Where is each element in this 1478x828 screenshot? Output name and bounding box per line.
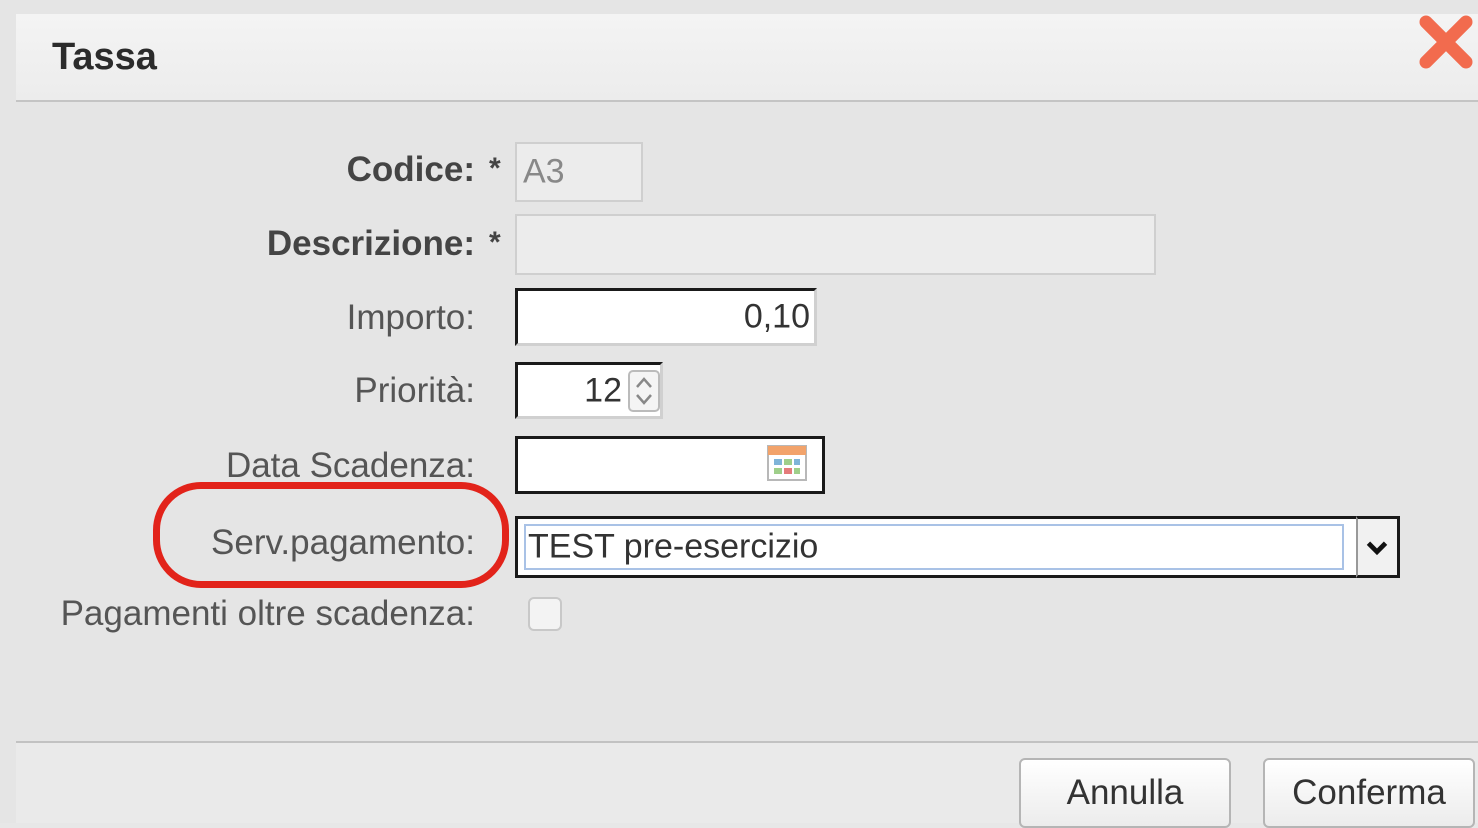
pagamenti-oltre-checkbox[interactable] [528, 597, 562, 631]
calendar-icon[interactable] [766, 444, 808, 482]
serv-pagamento-dropdown-button[interactable] [1356, 516, 1400, 578]
pagamenti-oltre-label: Pagamenti oltre scadenza: [60, 594, 475, 633]
descrizione-label: Descrizione: [266, 224, 475, 263]
descrizione-required-mark: * [489, 226, 501, 259]
data-scadenza-label: Data Scadenza: [225, 446, 475, 485]
priorita-spinner-icon[interactable] [628, 370, 660, 412]
footer-divider [16, 741, 1478, 743]
codice-value: A3 [523, 152, 565, 191]
annulla-button[interactable]: Annulla [1019, 758, 1231, 828]
importo-label: Importo: [346, 298, 475, 337]
priorita-label: Priorità: [354, 371, 475, 410]
priorita-value: 12 [584, 371, 622, 409]
dialog-title: Tassa [52, 36, 157, 78]
codice-field[interactable]: A3 [515, 142, 643, 202]
chevron-down-icon [1366, 541, 1388, 556]
close-icon[interactable] [1416, 12, 1476, 72]
highlight-annotation [153, 482, 509, 588]
serv-pagamento-select[interactable]: TEST pre-esercizio [515, 516, 1357, 578]
conferma-button[interactable]: Conferma [1263, 758, 1475, 828]
codice-label: Codice: [346, 150, 475, 189]
tassa-dialog: Tassa Codice: * A3 Descrizione: * Import… [0, 0, 1478, 828]
importo-value: 0,10 [743, 297, 810, 336]
serv-pagamento-value: TEST pre-esercizio [528, 527, 819, 566]
dialog-titlebar: Tassa [16, 14, 1478, 102]
descrizione-field[interactable] [515, 214, 1156, 275]
codice-required-mark: * [489, 152, 501, 185]
dialog-footer [16, 743, 1478, 823]
importo-field[interactable]: 0,10 [515, 288, 817, 346]
